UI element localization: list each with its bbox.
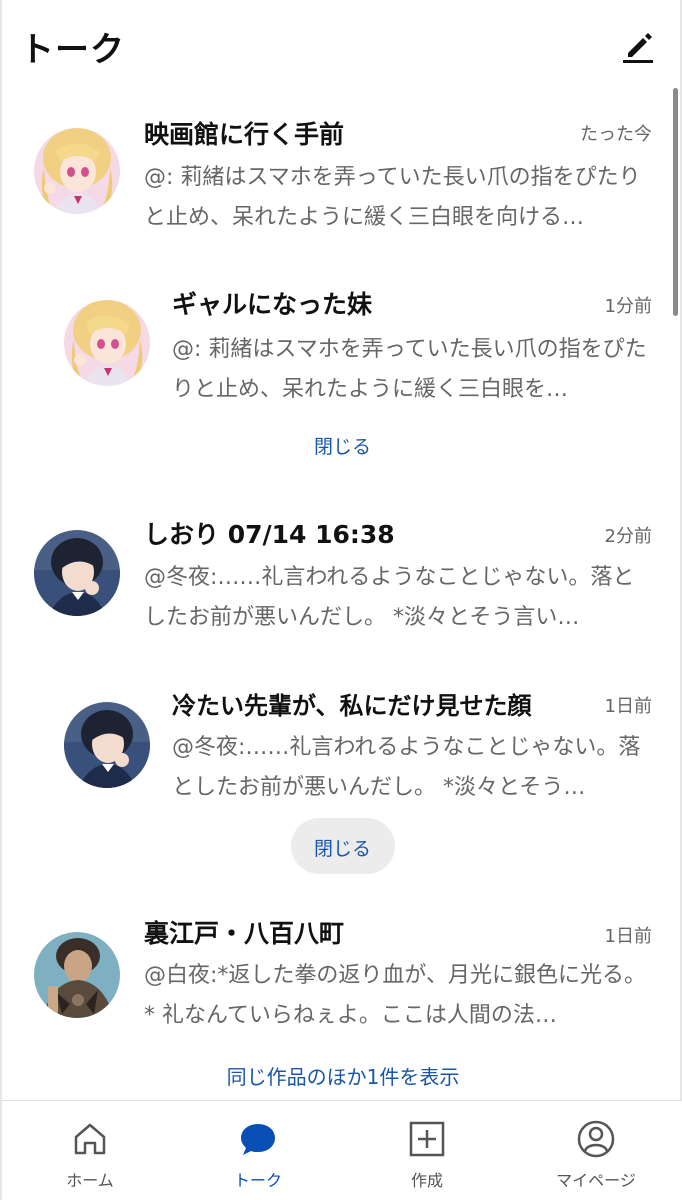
conversation-time: 1日前 bbox=[604, 696, 652, 717]
nav-mypage[interactable]: マイページ bbox=[511, 1101, 681, 1200]
conversation-item[interactable]: しおり 07/14 16:38 2分前 @冬夜:……礼言われるようなことじゃない… bbox=[2, 502, 670, 652]
plus-square-icon bbox=[409, 1121, 445, 1157]
bottom-navigation: ホーム トーク 作成 マイページ bbox=[2, 1100, 682, 1200]
nav-talk-label: トーク bbox=[233, 1171, 282, 1190]
user-circle-icon bbox=[577, 1120, 615, 1158]
conversation-preview: @: 莉緒はスマホを弄っていた長い爪の指をぴたりと止め、呆れたように緩く三白眼を… bbox=[144, 165, 641, 230]
conversation-item[interactable]: 映画館に行く手前 たった今 @: 莉緒はスマホを弄っていた長い爪の指をぴたりと止… bbox=[2, 100, 670, 250]
dark-hair-boy-avatar bbox=[34, 530, 120, 616]
nav-mypage-label: マイページ bbox=[556, 1171, 636, 1190]
conversation-title: 裏江戸・八百八町 bbox=[144, 919, 345, 948]
collapse-button-label[interactable]: 閉じる bbox=[314, 834, 371, 861]
conversation-time: 1分前 bbox=[604, 296, 652, 317]
page-title: トーク bbox=[20, 30, 125, 70]
conversation-title: ギャルになった妹 bbox=[172, 290, 373, 319]
blonde-girl-avatar bbox=[34, 128, 120, 214]
nav-home[interactable]: ホーム bbox=[5, 1101, 175, 1200]
conversation-time: 1日前 bbox=[604, 926, 652, 947]
nav-create-label: 作成 bbox=[410, 1171, 443, 1190]
conversation-time: たった今 bbox=[580, 124, 652, 145]
conversation-title: 冷たい先輩が、私にだけ見せた顔 bbox=[172, 692, 532, 720]
collapse-link[interactable]: 閉じる bbox=[314, 432, 371, 459]
header: トーク bbox=[2, 0, 682, 88]
conversation-item[interactable]: 裏江戸・八百八町 1日前 @白夜:*返した拳の返り血が、月光に銀色に光る。* 礼… bbox=[2, 902, 670, 1052]
tattooed-man-avatar bbox=[34, 932, 120, 1018]
nav-home-label: ホーム bbox=[66, 1171, 114, 1190]
conversation-preview: @冬夜:……礼言われるようなことじゃない。落としたお前が悪いんだし。 *淡々とそ… bbox=[144, 565, 635, 630]
conversation-item[interactable]: ギャルになった妹 1分前 @: 莉緒はスマホを弄っていた長い爪の指をぴたりと止め… bbox=[2, 272, 670, 422]
nav-talk[interactable]: トーク bbox=[173, 1101, 343, 1200]
conversation-preview: @冬夜:……礼言われるようなことじゃない。落としたお前が悪いんだし。 *淡々とそ… bbox=[172, 735, 641, 800]
conversation-item[interactable]: 冷たい先輩が、私にだけ見せた顔 1日前 @冬夜:……礼言われるようなことじゃない… bbox=[2, 672, 670, 822]
home-icon bbox=[74, 1123, 106, 1155]
conversation-preview: @白夜:*返した拳の返り血が、月光に銀色に光る。* 礼なんていらねぇよ。ここは人… bbox=[144, 963, 646, 1028]
show-more-link[interactable]: 同じ作品のほか1件を表示 bbox=[2, 1061, 682, 1090]
conversation-time: 2分前 bbox=[604, 526, 652, 547]
scrollbar[interactable] bbox=[673, 88, 678, 316]
conversation-preview: @: 莉緒はスマホを弄っていた長い爪の指をぴたりと止め、呆れたように緩く三白眼を… bbox=[172, 337, 647, 402]
pencil-icon bbox=[623, 33, 653, 63]
compose-button[interactable] bbox=[618, 26, 658, 66]
dark-hair-boy-avatar bbox=[64, 702, 150, 788]
blonde-girl-avatar bbox=[64, 300, 150, 386]
chat-bubble-icon bbox=[241, 1124, 275, 1155]
app-frame: トーク 映画館に行く手前 たった今 @: 莉緒はスマホを弄っていた長い爪の指をぴ… bbox=[0, 0, 682, 1200]
nav-create[interactable]: 作成 bbox=[342, 1101, 512, 1200]
conversation-title: しおり 07/14 16:38 bbox=[144, 520, 395, 549]
conversation-title: 映画館に行く手前 bbox=[144, 120, 345, 149]
